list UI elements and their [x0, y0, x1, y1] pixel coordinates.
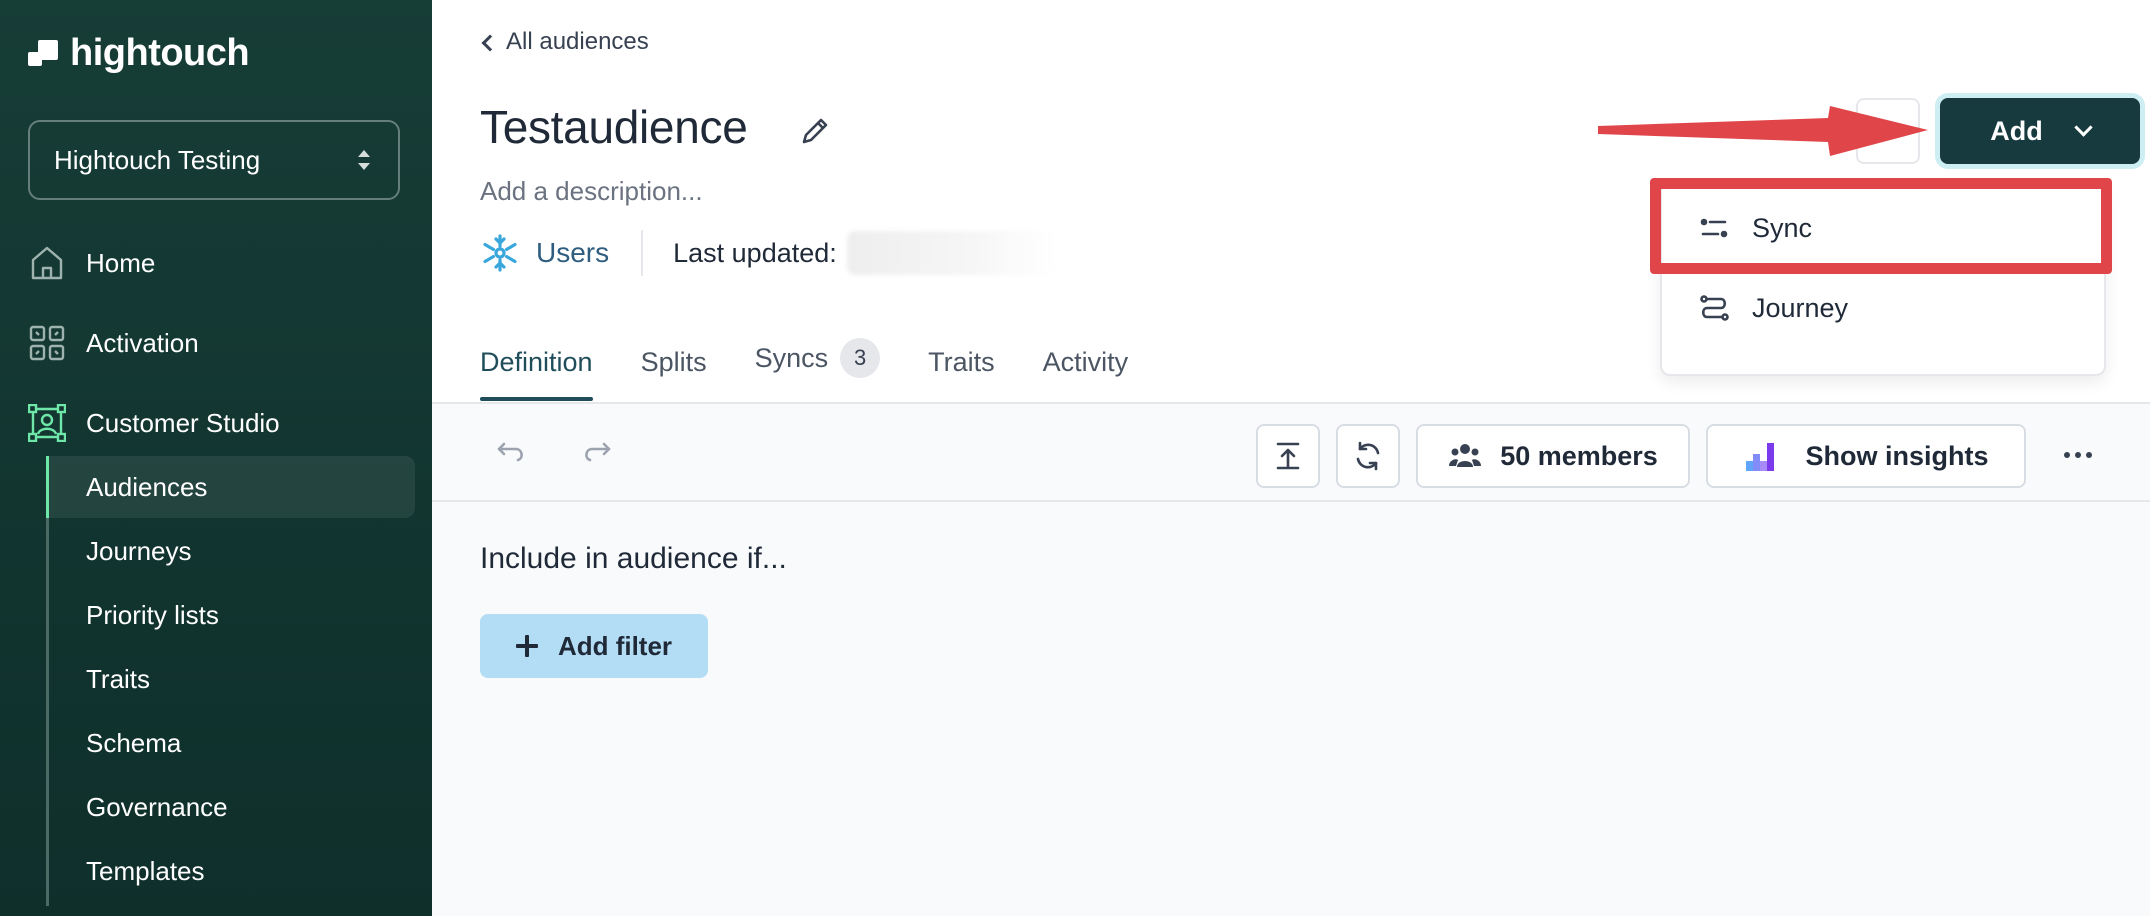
- redo-icon[interactable]: [578, 438, 612, 466]
- sidebar-item-schema[interactable]: Schema: [86, 728, 181, 759]
- back-link-label: All audiences: [506, 28, 649, 55]
- upload-icon: [1276, 442, 1300, 470]
- tab-definition[interactable]: Definition: [480, 347, 593, 401]
- sidebar-item-governance[interactable]: Governance: [86, 792, 228, 823]
- last-updated-label: Last updated:: [673, 237, 837, 268]
- tab-syncs[interactable]: Syncs 3: [755, 338, 881, 400]
- menu-item-journey[interactable]: Journey: [1698, 292, 1848, 324]
- export-button[interactable]: [1256, 424, 1320, 488]
- sidebar-item-audiences[interactable]: Audiences: [86, 472, 207, 503]
- members-button[interactable]: 50 members: [1416, 424, 1690, 488]
- pencil-icon[interactable]: [798, 114, 832, 148]
- undo-icon[interactable]: [496, 438, 530, 466]
- chevron-left-icon: [481, 34, 499, 52]
- journey-icon: [1700, 295, 1729, 321]
- snowflake-icon: [483, 234, 517, 272]
- tab-label: Splits: [640, 347, 707, 377]
- menu-item-label: Journey: [1752, 292, 1849, 323]
- menu-item-sync[interactable]: Sync: [1698, 212, 1812, 244]
- tab-label: Traits: [928, 347, 995, 377]
- members-count: 50 members: [1500, 440, 1658, 471]
- audience-meta: Users Last updated:: [480, 230, 1057, 276]
- tab-label: Activity: [1042, 347, 1129, 377]
- count-badge: 3: [840, 338, 881, 378]
- sidebar-item-traits[interactable]: Traits: [86, 664, 150, 695]
- workspace-name: Hightouch Testing: [54, 144, 261, 175]
- menu-item-label: Sync: [1752, 212, 1813, 243]
- sidebar-item-journeys[interactable]: Journeys: [86, 536, 192, 567]
- tab-label: Syncs: [754, 342, 829, 373]
- back-link[interactable]: All audiences: [481, 28, 649, 56]
- refresh-button[interactable]: [1336, 424, 1400, 488]
- redacted-value: [846, 231, 1057, 275]
- logo-text: hightouch: [70, 32, 250, 74]
- workspace-selector[interactable]: Hightouch Testing: [28, 120, 400, 200]
- users-icon: [1449, 444, 1482, 467]
- parent-model-link[interactable]: Users: [480, 233, 609, 273]
- bar-chart-icon: [1746, 443, 1775, 471]
- show-insights-button[interactable]: Show insights: [1706, 424, 2026, 488]
- add-filter-button[interactable]: Add filter: [480, 614, 708, 678]
- sidebar-item-templates[interactable]: Templates: [86, 856, 205, 887]
- subnav-active-indicator: [46, 456, 49, 518]
- tab-activity[interactable]: Activity: [1043, 347, 1129, 400]
- sidebar-item-label: Customer Studio: [86, 407, 280, 438]
- secondary-action-button[interactable]: [1856, 98, 1920, 164]
- sidebar-item-activation[interactable]: Activation: [28, 324, 199, 362]
- sidebar-item-customer-studio[interactable]: Customer Studio: [28, 404, 280, 442]
- tab-traits[interactable]: Traits: [928, 347, 995, 400]
- tab-splits[interactable]: Splits: [641, 347, 707, 400]
- logo[interactable]: hightouch: [28, 32, 250, 75]
- sidebar-item-label: Home: [86, 247, 156, 278]
- plus-icon: [515, 635, 538, 657]
- add-button[interactable]: Add: [1940, 98, 2140, 164]
- include-condition-label: Include in audience if...: [480, 542, 787, 575]
- parent-model-label: Users: [536, 237, 610, 268]
- activation-icon: [29, 325, 65, 361]
- hightouch-logo-icon: [28, 38, 60, 70]
- page-title: Testaudience: [480, 101, 748, 153]
- add-filter-label: Add filter: [557, 630, 673, 661]
- editor-toolbar: 50 members Show insights: [432, 404, 2150, 502]
- add-button-label: Add: [1990, 115, 2043, 146]
- tab-label: Definition: [480, 347, 593, 377]
- customer-studio-icon: [28, 404, 66, 442]
- chevron-up-down-icon: [358, 150, 370, 170]
- definition-content: Include in audience if... Add filter: [432, 502, 2150, 916]
- sidebar-item-home[interactable]: Home: [28, 244, 155, 282]
- description-field[interactable]: Add a description...: [480, 176, 703, 207]
- home-icon: [31, 246, 63, 280]
- main-panel: All audiences Testaudience Add a descrip…: [432, 0, 2150, 916]
- sync-icon: [1700, 218, 1728, 238]
- more-options-icon[interactable]: [2058, 440, 2098, 470]
- subnav-track: [46, 456, 49, 906]
- refresh-icon: [1356, 441, 1380, 471]
- show-insights-label: Show insights: [1805, 440, 1989, 471]
- chevron-down-icon: [2074, 117, 2093, 137]
- sidebar: hightouch Hightouch Testing Home Activat…: [0, 0, 432, 916]
- meta-divider: [641, 230, 644, 276]
- add-dropdown-menu: Sync Journey: [1660, 182, 2106, 376]
- sidebar-item-priority-lists[interactable]: Priority lists: [86, 600, 219, 631]
- tab-bar: Definition Splits Syncs 3 Traits Activity: [480, 338, 1176, 401]
- sidebar-item-label: Activation: [86, 327, 199, 358]
